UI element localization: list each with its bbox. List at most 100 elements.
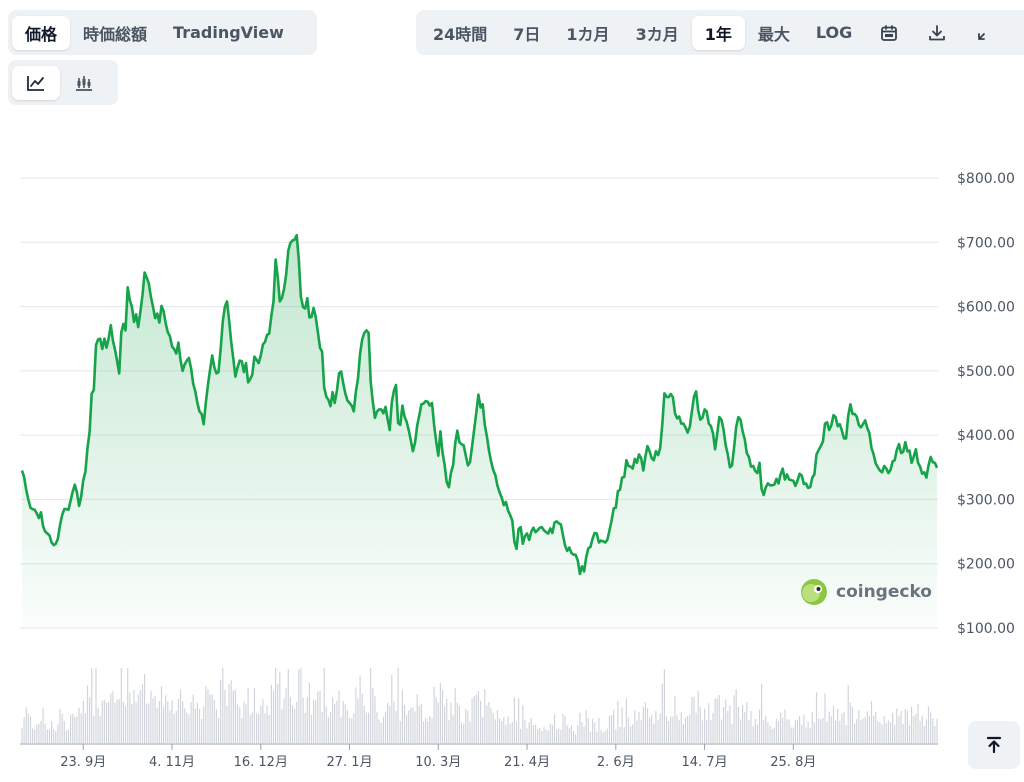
volume-bar — [277, 684, 279, 743]
y-tick-label: $200.00 — [957, 557, 1015, 573]
volume-bar — [520, 728, 522, 744]
volume-bar — [908, 725, 911, 743]
volume-bar — [930, 712, 932, 743]
volume-bar — [486, 705, 488, 743]
volume-bar — [198, 708, 201, 744]
volume-bar — [245, 704, 247, 743]
volume-bar — [304, 713, 306, 744]
volume-bar — [342, 701, 344, 743]
volume-bar — [480, 700, 482, 743]
volume-bar — [429, 716, 431, 743]
volume-bar — [353, 713, 355, 744]
volume-bar — [46, 729, 48, 744]
volume-bar — [382, 716, 384, 743]
volume-bar — [173, 713, 175, 743]
volume-bar — [507, 716, 509, 743]
volume-bar — [883, 716, 885, 743]
volume-bar — [758, 709, 761, 743]
volume-bar — [158, 700, 160, 744]
volume-bar — [801, 724, 803, 744]
volume-bar — [735, 689, 737, 743]
volume-bar — [321, 711, 323, 743]
volume-bar — [866, 711, 868, 744]
volume-bar — [425, 718, 427, 744]
volume-bar — [131, 704, 133, 743]
coingecko-watermark: coingecko — [800, 578, 932, 606]
volume-bar — [144, 673, 146, 744]
volume-bar — [594, 722, 596, 743]
volume-bar — [313, 699, 315, 743]
volume-bar — [171, 700, 173, 743]
x-tick-label: 21. 4月 — [504, 755, 550, 770]
volume-bar — [105, 702, 108, 743]
volume-bar — [154, 696, 156, 743]
volume-bar — [894, 724, 896, 744]
volume-bar — [927, 706, 930, 744]
volume-bar — [638, 712, 640, 743]
volume-bar — [406, 715, 408, 743]
volume-bar — [799, 715, 801, 743]
volume-bar — [310, 714, 313, 743]
volume-bar — [830, 716, 832, 743]
volume-bar — [889, 722, 892, 743]
volume-bars — [21, 668, 938, 744]
volume-bar — [287, 668, 289, 744]
volume-bar — [395, 711, 397, 743]
volume-bar — [38, 723, 40, 744]
volume-bar — [849, 702, 851, 743]
volume-bar — [467, 710, 469, 743]
scroll-to-top-button[interactable] — [968, 721, 1020, 769]
volume-bar — [744, 712, 746, 743]
volume-bar — [256, 713, 258, 743]
volume-bar — [376, 712, 378, 743]
volume-bar — [184, 708, 186, 743]
volume-bar — [737, 707, 739, 743]
volume-bar — [558, 728, 560, 743]
volume-bar — [29, 716, 32, 744]
volume-bar — [391, 675, 393, 743]
volume-bar — [790, 727, 792, 743]
volume-bar — [357, 698, 359, 743]
volume-bar — [44, 723, 46, 743]
volume-bar — [334, 703, 336, 743]
volume-bar — [387, 702, 389, 744]
volume-bar — [65, 730, 67, 744]
volume-bar — [34, 729, 36, 743]
volume-bar — [670, 716, 672, 743]
volume-bar — [291, 705, 294, 744]
volume-bar — [697, 691, 699, 743]
volume-bar — [665, 716, 668, 743]
volume-bar — [902, 724, 904, 743]
volume-bar — [896, 708, 898, 743]
volume-bar — [393, 701, 395, 744]
volume-bar — [524, 719, 526, 743]
volume-bar — [720, 719, 723, 743]
volume-bar — [281, 708, 283, 744]
volume-bar — [124, 705, 127, 744]
volume-bar — [617, 700, 619, 744]
volume-bar — [433, 686, 435, 743]
volume-bar — [378, 719, 380, 743]
volume-bar — [843, 712, 845, 743]
volume-bar — [602, 732, 604, 743]
volume-bar — [441, 690, 444, 743]
volume-bar — [435, 696, 437, 743]
volume-bar — [714, 698, 716, 743]
volume-bar — [234, 689, 236, 743]
volume-bar — [336, 700, 338, 743]
volume-bar — [196, 702, 198, 743]
volume-bar — [103, 699, 105, 743]
volume-bar — [40, 721, 42, 743]
volume-bar — [805, 727, 807, 743]
arrow-up-icon — [986, 736, 1002, 754]
volume-bar — [921, 715, 923, 743]
volume-bar — [934, 726, 936, 743]
volume-bar — [188, 714, 190, 743]
volume-bar — [547, 730, 549, 743]
volume-bar — [693, 696, 695, 743]
volume-bar — [919, 720, 921, 744]
volume-bar — [306, 696, 308, 744]
volume-bar — [530, 718, 532, 743]
volume-bar — [296, 701, 298, 744]
volume-bar — [706, 719, 708, 744]
